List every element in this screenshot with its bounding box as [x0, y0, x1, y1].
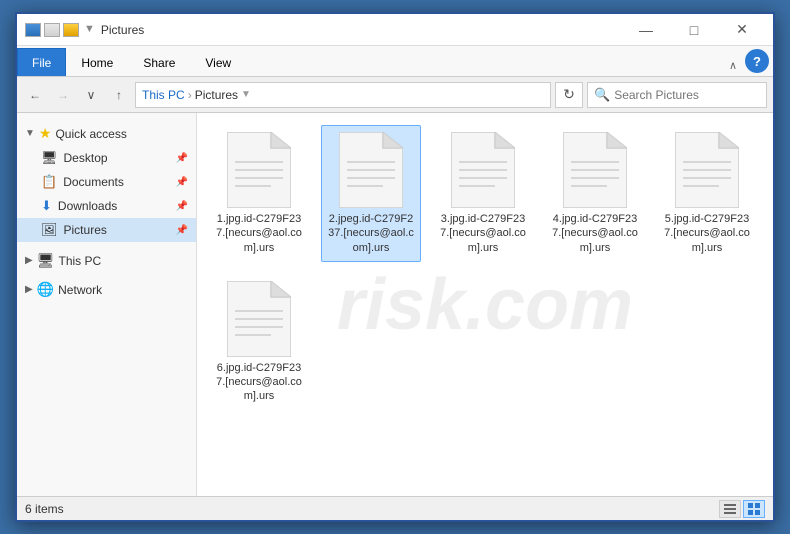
- content-area: risk.com 1.jpg.id-C279F23 7.[necurs@aol.…: [197, 113, 773, 496]
- file-name-file1: 1.jpg.id-C279F23 7.[necurs@aol.co m].urs: [216, 212, 302, 255]
- file-item-file3[interactable]: 3.jpg.id-C279F23 7.[necurs@aol.co m].urs: [433, 125, 533, 262]
- desktop-label: Desktop: [64, 151, 108, 165]
- view-list-button[interactable]: [719, 500, 741, 518]
- ribbon-expand-button[interactable]: ∧: [725, 55, 741, 76]
- documents-icon: 📋: [41, 174, 57, 190]
- pin-icon-docs: 📌: [176, 177, 188, 188]
- maximize-button[interactable]: □: [671, 16, 717, 44]
- file-icon-file5: [675, 132, 739, 208]
- search-input[interactable]: [614, 88, 769, 102]
- downloads-icon: ⬇: [41, 198, 52, 214]
- ribbon: File Home Share View ∧ ?: [17, 46, 773, 77]
- file-icon-file6: [227, 281, 291, 357]
- breadcrumb-thispc[interactable]: This PC: [142, 88, 185, 102]
- quickaccess-label: Quick access: [55, 127, 126, 141]
- search-icon: 🔍: [594, 87, 610, 103]
- file-item-file4[interactable]: 4.jpg.id-C279F23 7.[necurs@aol.co m].urs: [545, 125, 645, 262]
- file-icon-file2: [339, 132, 403, 208]
- file-item-file1[interactable]: 1.jpg.id-C279F23 7.[necurs@aol.co m].urs: [209, 125, 309, 262]
- sidebar-network-header[interactable]: ▶ 🌐 Network: [17, 277, 196, 302]
- close-button[interactable]: ✕: [719, 16, 765, 44]
- file-name-file5: 5.jpg.id-C279F23 7.[necurs@aol.co m].urs: [664, 212, 750, 255]
- file-item-file2[interactable]: 2.jpeg.id-C279F2 37.[necurs@aol.c om].ur…: [321, 125, 421, 262]
- file-icon-file4: [563, 132, 627, 208]
- title-bar: ▼ Pictures — □ ✕: [17, 14, 773, 46]
- thispc-chevron: ▶: [25, 255, 33, 266]
- file-name-file3: 3.jpg.id-C279F23 7.[necurs@aol.co m].urs: [440, 212, 526, 255]
- quickaccess-chevron: ▼: [25, 128, 35, 139]
- breadcrumb-current: Pictures: [195, 88, 238, 102]
- desktop-icon: 🖥: [41, 150, 58, 166]
- breadcrumb-separator: ›: [188, 88, 192, 102]
- dropdown-recent-button[interactable]: ∨: [79, 83, 103, 107]
- breadcrumb: This PC › Pictures ▼: [135, 82, 551, 108]
- window-title: Pictures: [101, 23, 623, 37]
- sidebar-item-pictures[interactable]: 🖼 Pictures 📌: [17, 218, 196, 242]
- tab-home[interactable]: Home: [66, 48, 128, 76]
- explorer-window: ▼ Pictures — □ ✕ File Home Share View ∧ …: [15, 12, 775, 522]
- status-item-count: 6 items: [25, 502, 719, 516]
- view-buttons: [719, 500, 765, 518]
- title-icon-yellow: [63, 23, 79, 37]
- help-button[interactable]: ?: [745, 49, 769, 73]
- address-bar: ← → ∨ ↑ This PC › Pictures ▼ ↻ 🔍: [17, 77, 773, 113]
- sidebar-item-documents[interactable]: 📋 Documents 📌: [17, 170, 196, 194]
- network-chevron: ▶: [25, 284, 33, 295]
- file-icon-file3: [451, 132, 515, 208]
- minimize-button[interactable]: —: [623, 16, 669, 44]
- pictures-label: Pictures: [64, 223, 107, 237]
- thispc-icon: 🖥: [37, 252, 55, 269]
- search-box: 🔍: [587, 82, 767, 108]
- sidebar-thispc-header[interactable]: ▶ 🖥 This PC: [17, 248, 196, 273]
- back-button[interactable]: ←: [23, 83, 47, 107]
- ribbon-tabs: File Home Share View ∧ ?: [17, 46, 773, 76]
- title-icon-gray: [44, 23, 60, 37]
- file-item-file5[interactable]: 5.jpg.id-C279F23 7.[necurs@aol.co m].urs: [657, 125, 757, 262]
- quickaccess-star-icon: ★: [39, 125, 52, 142]
- file-name-file2: 2.jpeg.id-C279F2 37.[necurs@aol.c om].ur…: [328, 212, 414, 255]
- pin-icon-dl: 📌: [176, 201, 188, 212]
- file-icon-file1: [227, 132, 291, 208]
- network-icon: 🌐: [37, 281, 54, 298]
- breadcrumb-dropdown-arrow[interactable]: ▼: [241, 89, 251, 100]
- file-name-file6: 6.jpg.id-C279F23 7.[necurs@aol.co m].urs: [216, 361, 302, 404]
- expand-icon: ∧: [729, 59, 737, 72]
- sidebar-item-downloads[interactable]: ⬇ Downloads 📌: [17, 194, 196, 218]
- title-controls: — □ ✕: [623, 16, 765, 44]
- sidebar-quickaccess-header[interactable]: ▼ ★ Quick access: [17, 121, 196, 146]
- refresh-button[interactable]: ↻: [555, 82, 583, 108]
- pin-icon-pic: 📌: [176, 225, 188, 236]
- network-label: Network: [58, 283, 102, 297]
- tab-view[interactable]: View: [190, 48, 246, 76]
- sidebar: ▼ ★ Quick access 🖥 Desktop 📌 📋 Documents…: [17, 113, 197, 496]
- documents-label: Documents: [63, 175, 124, 189]
- pictures-icon: 🖼: [41, 222, 58, 238]
- title-bar-icons: ▼: [25, 23, 95, 37]
- title-icon-blue: [25, 23, 41, 37]
- downloads-label: Downloads: [58, 199, 117, 213]
- up-button[interactable]: ↑: [107, 83, 131, 107]
- files-grid: 1.jpg.id-C279F23 7.[necurs@aol.co m].urs…: [209, 125, 761, 411]
- tab-file[interactable]: File: [17, 48, 66, 76]
- view-large-icons-button[interactable]: [743, 500, 765, 518]
- tab-share[interactable]: Share: [128, 48, 190, 76]
- file-item-file6[interactable]: 6.jpg.id-C279F23 7.[necurs@aol.co m].urs: [209, 274, 309, 411]
- thispc-label: This PC: [58, 254, 101, 268]
- sidebar-item-desktop[interactable]: 🖥 Desktop 📌: [17, 146, 196, 170]
- file-name-file4: 4.jpg.id-C279F23 7.[necurs@aol.co m].urs: [552, 212, 638, 255]
- pin-icon: 📌: [176, 153, 188, 164]
- forward-button[interactable]: →: [51, 83, 75, 107]
- status-bar: 6 items: [17, 496, 773, 520]
- main-area: ▼ ★ Quick access 🖥 Desktop 📌 📋 Documents…: [17, 113, 773, 496]
- title-dropdown-arrow[interactable]: ▼: [84, 23, 95, 37]
